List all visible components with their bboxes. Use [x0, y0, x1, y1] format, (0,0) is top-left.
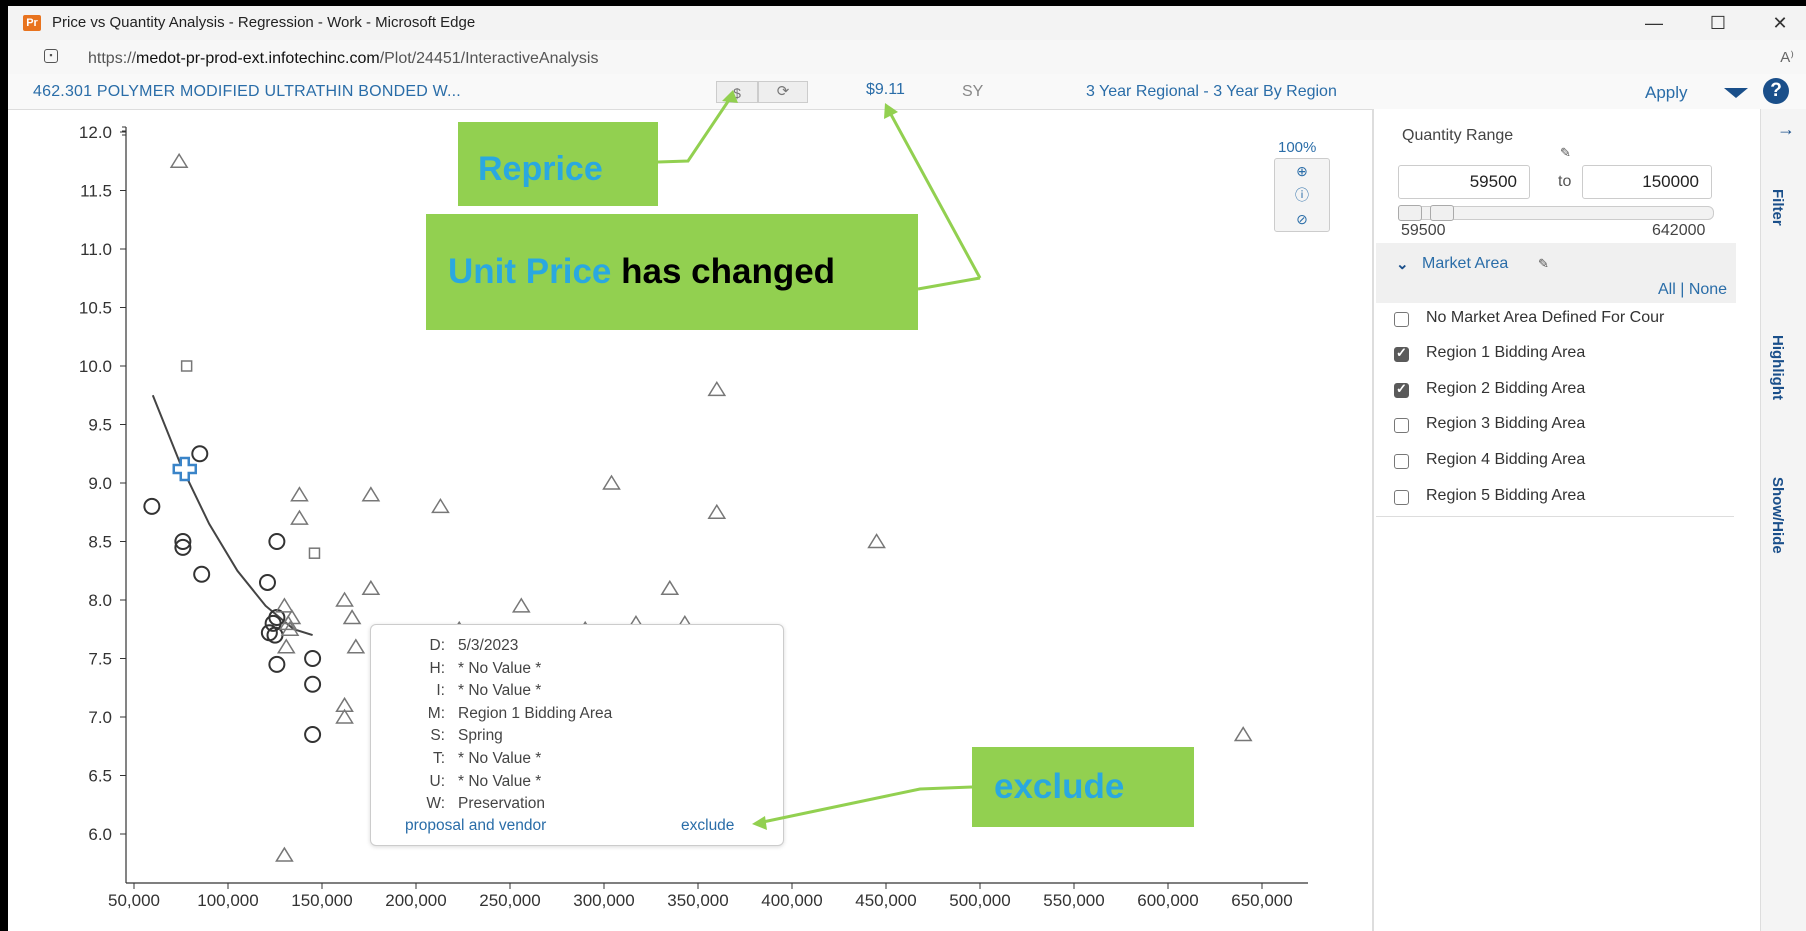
- collapse-arrow-icon[interactable]: →: [1777, 119, 1795, 140]
- exclude-arrowhead: [752, 816, 767, 830]
- close-button[interactable]: ✕: [1760, 10, 1800, 36]
- chevron-down-icon[interactable]: ⌄: [1396, 255, 1409, 273]
- tab-highlight[interactable]: Highlight: [1769, 335, 1786, 400]
- maximize-button[interactable]: ☐: [1698, 10, 1738, 36]
- region-option[interactable]: No Market Area Defined For Cour: [1394, 309, 1740, 331]
- checkbox[interactable]: [1394, 454, 1409, 469]
- tab-filter[interactable]: Filter: [1769, 189, 1786, 226]
- region-option[interactable]: Region 4 Bidding Area: [1394, 451, 1740, 473]
- checkbox-checked[interactable]: [1394, 381, 1409, 398]
- apply-dropdown-icon[interactable]: [1724, 88, 1748, 98]
- unit-price-arrow-1: [917, 276, 981, 291]
- checkbox[interactable]: [1394, 490, 1409, 505]
- all-none-links[interactable]: All | None: [1658, 281, 1727, 299]
- region-option[interactable]: Region 3 Bidding Area: [1394, 415, 1740, 437]
- slider-max-label: 642000: [1652, 222, 1706, 239]
- region-option[interactable]: Region 2 Bidding Area: [1394, 380, 1740, 402]
- filter-panel: Quantity Range ✎ 59500 to 150000 59500 6…: [1372, 109, 1760, 931]
- region-label: Region 5 Bidding Area: [1426, 487, 1586, 504]
- reprice-arrowhead: [722, 90, 738, 103]
- apply-button[interactable]: Apply: [1645, 83, 1688, 103]
- region-label: Region 3 Bidding Area: [1426, 415, 1586, 432]
- region-option[interactable]: Region 5 Bidding Area: [1394, 487, 1740, 509]
- quantity-min-input[interactable]: 59500: [1398, 165, 1530, 199]
- checkbox[interactable]: [1394, 312, 1409, 327]
- region-label: Region 1 Bidding Area: [1426, 344, 1586, 361]
- unit-price-arrow-2: [886, 108, 982, 279]
- help-icon[interactable]: ?: [1763, 78, 1789, 104]
- slider-min-label: 59500: [1401, 222, 1446, 239]
- reprice-arrow: [657, 93, 735, 164]
- region-label: Region 2 Bidding Area: [1426, 380, 1586, 397]
- checkbox-checked[interactable]: [1394, 345, 1409, 362]
- browser-window: Pr Price vs Quantity Analysis - Regressi…: [8, 6, 1806, 931]
- region-label: No Market Area Defined For Cour: [1426, 309, 1665, 326]
- read-aloud-icon[interactable]: A⁾: [1780, 48, 1794, 66]
- slider-min-handle[interactable]: [1398, 205, 1422, 221]
- market-area-header[interactable]: ⌄ Market Area ✎ All | None: [1376, 243, 1736, 303]
- checkbox[interactable]: [1394, 418, 1409, 433]
- region-option[interactable]: Region 1 Bidding Area: [1394, 344, 1740, 366]
- exclude-arrow: [757, 785, 973, 825]
- quantity-max-input[interactable]: 150000: [1582, 165, 1712, 199]
- side-tabs: → Filter Highlight Show/Hide: [1760, 109, 1806, 931]
- slider-max-handle[interactable]: [1430, 205, 1454, 221]
- quantity-range-label: Quantity Range: [1402, 127, 1514, 144]
- callout-arrows: [657, 90, 982, 830]
- to-label: to: [1558, 173, 1572, 190]
- minimize-button[interactable]: —: [1634, 10, 1674, 36]
- tab-show-hide[interactable]: Show/Hide: [1769, 477, 1786, 554]
- divider: [1376, 516, 1734, 517]
- region-label: Region 4 Bidding Area: [1426, 451, 1586, 468]
- pencil-icon[interactable]: ✎: [1560, 145, 1571, 161]
- market-area-label[interactable]: Market Area: [1422, 255, 1508, 273]
- pencil-icon[interactable]: ✎: [1538, 256, 1549, 272]
